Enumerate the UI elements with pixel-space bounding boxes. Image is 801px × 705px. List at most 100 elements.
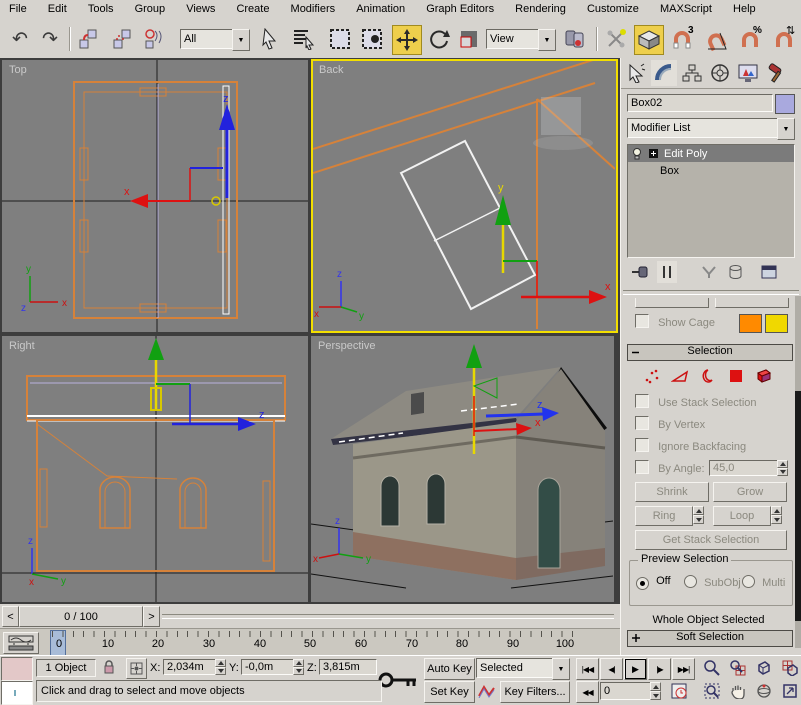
absolute-offset-toggle[interactable] <box>126 658 147 679</box>
y-coord-spinner[interactable] <box>293 659 304 675</box>
stack-row-edit-poly[interactable]: Edit Poly <box>628 145 794 162</box>
reference-coordinate-arrow[interactable]: ▼ <box>538 29 556 51</box>
menu-create[interactable]: Create <box>227 0 278 18</box>
redo-icon[interactable]: ↷ <box>36 25 64 53</box>
shrink-button[interactable]: Shrink <box>635 482 709 502</box>
selection-filter-dropdown[interactable]: All <box>180 29 240 49</box>
menu-animation[interactable]: Animation <box>347 0 414 18</box>
set-key-curve-icon[interactable] <box>476 681 498 701</box>
cage-color-swatch[interactable] <box>739 314 762 333</box>
select-by-name-icon[interactable] <box>290 25 318 53</box>
by-angle-checkbox[interactable] <box>635 460 649 474</box>
menu-file[interactable]: File <box>0 0 36 18</box>
snap-mode-3d-icon[interactable]: 3 <box>668 25 698 53</box>
menu-group[interactable]: Group <box>126 0 175 18</box>
reference-coordinate-dropdown[interactable]: View <box>486 29 546 49</box>
key-filter-set-dropdown[interactable]: Selected <box>476 658 560 678</box>
preview-subobj-radio[interactable] <box>684 575 697 588</box>
open-mini-curve-editor-button[interactable] <box>3 632 39 654</box>
key-filters-button[interactable]: Key Filters... <box>500 681 570 703</box>
select-and-move-icon[interactable] <box>392 25 422 55</box>
modifier-list-arrow[interactable]: ▼ <box>777 118 795 140</box>
undo-icon[interactable]: ↶ <box>6 25 34 53</box>
menu-views[interactable]: Views <box>177 0 224 18</box>
zoom-all-icon[interactable] <box>726 658 749 678</box>
z-coord-input[interactable]: 3,815m <box>319 659 377 675</box>
pin-stack-icon[interactable] <box>630 262 650 282</box>
edge-mode-icon[interactable] <box>669 366 691 386</box>
bind-to-spacewarp-icon[interactable] <box>140 25 168 53</box>
previous-frame-button[interactable]: ◀| <box>600 658 623 680</box>
select-and-link-icon[interactable] <box>74 25 102 53</box>
key-mode-toggle-button[interactable]: ◀◀ <box>576 681 599 703</box>
viewport-back-active[interactable]: y x z x y Back <box>311 59 618 333</box>
x-coord-input[interactable]: 2,034m <box>163 659 221 675</box>
maxscript-mini-listener-pink[interactable] <box>1 657 33 681</box>
clipped-button[interactable] <box>635 298 709 308</box>
time-slider-handle[interactable]: 0 / 100 <box>19 606 143 627</box>
viewport-top[interactable]: x z y x z Top <box>2 60 308 332</box>
use-pivot-point-icon[interactable] <box>560 25 588 53</box>
viewport-perspective[interactable]: z x z x y Perspective <box>311 336 614 602</box>
current-frame-spinner[interactable] <box>650 682 661 700</box>
select-and-manipulate-icon[interactable] <box>602 25 630 53</box>
play-button[interactable]: ▶ <box>624 658 647 680</box>
menu-tools[interactable]: Tools <box>79 0 123 18</box>
tab-display[interactable] <box>735 60 761 86</box>
tab-modify[interactable] <box>651 60 677 86</box>
ring-button[interactable]: Ring <box>635 506 693 526</box>
border-mode-icon[interactable] <box>697 366 719 386</box>
loop-spinner[interactable] <box>771 506 782 524</box>
remove-modifier-icon[interactable] <box>725 262 745 282</box>
time-slider-track[interactable] <box>162 614 614 619</box>
key-filter-set-arrow[interactable]: ▼ <box>552 658 570 680</box>
menu-graph-editors[interactable]: Graph Editors <box>417 0 503 18</box>
menu-maxscript[interactable]: MAXScript <box>651 0 721 18</box>
by-angle-input[interactable]: 45,0 <box>709 460 779 476</box>
zoom-extents-icon[interactable] <box>752 658 775 678</box>
menu-customize[interactable]: Customize <box>578 0 648 18</box>
tab-create[interactable] <box>623 60 649 86</box>
object-name-input[interactable]: Box02 <box>627 94 773 112</box>
zoom-icon[interactable] <box>700 658 723 678</box>
show-end-result-icon[interactable] <box>657 261 677 283</box>
set-keys-key-icon[interactable] <box>376 662 420 698</box>
angle-snap-icon[interactable] <box>702 25 732 53</box>
viewport-right[interactable]: z z x y Right <box>2 336 308 602</box>
select-and-rotate-icon[interactable] <box>424 25 452 53</box>
time-configuration-icon[interactable] <box>668 681 690 701</box>
grow-button[interactable]: Grow <box>713 482 787 502</box>
window-crossing-selection-icon[interactable] <box>358 25 386 53</box>
viewport-perspective-label[interactable]: Perspective <box>318 340 375 352</box>
menu-modifiers[interactable]: Modifiers <box>282 0 345 18</box>
snaps-toggle-icon[interactable] <box>634 25 664 55</box>
by-angle-spinner[interactable] <box>777 460 788 476</box>
menu-rendering[interactable]: Rendering <box>506 0 575 18</box>
zoom-extents-all-icon[interactable] <box>778 658 801 678</box>
use-stack-selection-checkbox[interactable] <box>635 394 649 408</box>
zoom-region-icon[interactable] <box>700 681 723 701</box>
element-mode-icon[interactable] <box>753 366 775 386</box>
menu-edit[interactable]: Edit <box>39 0 76 18</box>
tab-motion[interactable] <box>707 60 733 86</box>
modifier-enabled-bulb-icon[interactable] <box>628 148 646 160</box>
selection-lock-icon[interactable] <box>100 658 118 676</box>
panel-scrollbar-thumb[interactable] <box>795 391 801 621</box>
configure-modifier-sets-icon[interactable] <box>759 262 779 282</box>
x-coord-spinner[interactable] <box>215 659 226 675</box>
ignore-backfacing-checkbox[interactable] <box>635 438 649 452</box>
rectangular-selection-region-icon[interactable] <box>326 25 354 53</box>
preview-off-radio[interactable] <box>636 577 649 590</box>
viewport-back-label[interactable]: Back <box>319 64 343 76</box>
make-unique-icon[interactable] <box>699 262 719 282</box>
show-cage-checkbox[interactable] <box>635 314 649 328</box>
pan-hand-icon[interactable] <box>726 681 749 701</box>
go-to-start-button[interactable]: |◀◀ <box>576 658 599 680</box>
ring-spinner[interactable] <box>693 506 704 524</box>
select-and-scale-icon[interactable] <box>456 25 482 53</box>
next-frame-button[interactable]: |▶ <box>648 658 671 680</box>
percent-snap-icon[interactable]: % <box>736 25 766 53</box>
preview-multi-radio[interactable] <box>742 575 755 588</box>
by-vertex-checkbox[interactable] <box>635 416 649 430</box>
arc-rotate-icon[interactable] <box>752 681 775 701</box>
